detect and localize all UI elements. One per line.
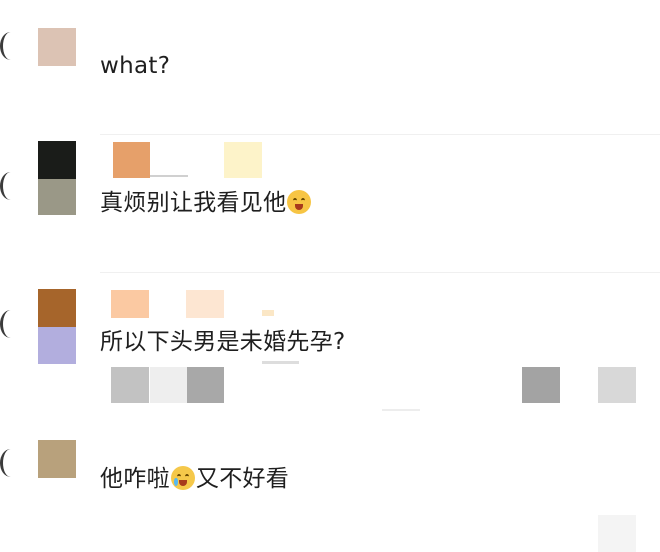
comment-text: 所以下头男是未婚先孕?	[100, 329, 346, 355]
reply-thumbnail[interactable]	[522, 367, 560, 403]
reply-thumbnail	[382, 409, 420, 411]
avatar[interactable]	[38, 440, 76, 478]
comment-item: 他咋啦 又不好看	[0, 423, 660, 552]
comment-text-content: 真烦别让我看见他	[100, 190, 287, 216]
comment-text: what?	[100, 53, 171, 79]
sweat-smile-emoji-icon	[287, 190, 312, 214]
comment-text-part: 他咋啦	[100, 466, 170, 492]
list-edge-mark	[0, 172, 21, 200]
username-block[interactable]	[224, 142, 262, 178]
username-block[interactable]	[113, 142, 150, 178]
avatar[interactable]	[38, 289, 76, 327]
reply-thumbnail[interactable]	[598, 367, 636, 403]
list-edge-mark	[0, 310, 21, 338]
comment-text: 真烦别让我看见他	[100, 188, 312, 218]
username-block[interactable]	[111, 290, 149, 318]
reply-thumbnail[interactable]	[187, 367, 224, 403]
username-block	[150, 175, 188, 177]
comment-text: 他咋啦 又不好看	[100, 464, 289, 494]
reply-thumbnail[interactable]	[111, 367, 149, 403]
comment-item: 所以下头男是未婚先孕?	[0, 273, 660, 423]
comment-item: 真烦别让我看见他	[0, 135, 660, 272]
crying-emoji-icon	[170, 466, 195, 490]
avatar-lower-part	[38, 179, 76, 215]
avatar[interactable]	[38, 28, 76, 66]
comment-text-part: 又不好看	[195, 466, 290, 492]
avatar-lower-part	[38, 327, 76, 364]
username-block	[262, 310, 274, 316]
reply-thumbnail[interactable]	[150, 367, 187, 403]
reply-thumbnail	[598, 515, 636, 552]
comment-item: what?	[0, 0, 660, 134]
list-edge-mark	[0, 449, 21, 477]
list-edge-mark	[0, 32, 21, 60]
reply-thumbnail	[262, 361, 299, 364]
avatar[interactable]	[38, 141, 76, 179]
username-block[interactable]	[186, 290, 224, 318]
